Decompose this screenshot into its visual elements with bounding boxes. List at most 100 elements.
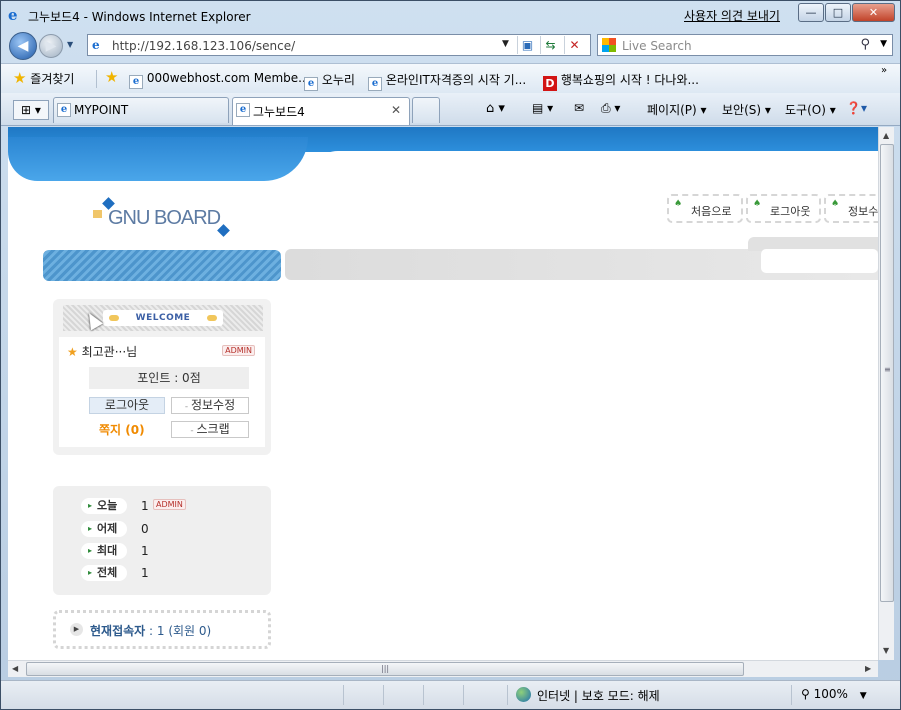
welcome-text: WELCOME: [135, 313, 191, 323]
current-users-label: 현재접속자: [90, 624, 146, 638]
visit-label-yesterday: ▸ 어제: [81, 521, 127, 537]
forward-button[interactable]: ▶: [39, 34, 63, 58]
address-url[interactable]: http://192.168.123.106/sence/: [112, 39, 295, 53]
header-curve: [8, 137, 308, 181]
sprout-icon: ♠: [831, 199, 840, 209]
menu-stripe: [43, 250, 281, 281]
scroll-left-icon[interactable]: ◀: [12, 664, 18, 673]
ie-page-icon: e: [304, 77, 318, 91]
memo-link[interactable]: 쪽지 (0): [99, 421, 145, 438]
visit-label-max: ▸ 최대: [81, 543, 127, 559]
ie-page-icon: e: [129, 75, 143, 89]
favorite-link-2[interactable]: e 오누리: [304, 71, 355, 91]
page-menu[interactable]: 페이지(P) ▾: [647, 101, 707, 118]
visit-label-yesterday-text: 어제: [97, 522, 118, 535]
maximize-button[interactable]: □: [825, 3, 851, 22]
visit-value-today: 1: [141, 499, 149, 513]
status-divider: [383, 685, 384, 705]
quick-tabs-button[interactable]: ⊞ ▾: [13, 100, 49, 120]
compatibility-view-icon[interactable]: ▣: [517, 36, 537, 54]
status-divider: [507, 685, 508, 705]
logout-link-label: 로그아웃: [770, 205, 811, 218]
welcome-dot-right: [207, 315, 217, 321]
logout-button[interactable]: 로그아웃: [89, 397, 165, 414]
current-users-link[interactable]: 현재접속자 : 1 (회원 0): [90, 622, 211, 639]
user-name: ★ 최고관···님: [67, 343, 137, 360]
tab-mypoint-label: MYPOINT: [74, 103, 129, 117]
gnuboard-logo[interactable]: GNU BOARD: [90, 197, 240, 239]
edit-profile-label: 정보수정: [190, 398, 236, 412]
current-users-box[interactable]: ▶ 현재접속자 : 1 (회원 0): [53, 610, 271, 649]
tab-bar: ⊞ ▾ e MYPOINT e 그누보드4 ✕ ⌂ ▾ ▤ ▾ ✉ ⎙ ▾ 페이…: [1, 93, 900, 126]
window-title: 그누보드4 - Windows Internet Explorer: [28, 10, 251, 24]
security-zone-text[interactable]: 인터넷 | 보호 모드: 해제: [537, 687, 660, 704]
logout-link-button[interactable]: ♠ 로그아웃: [746, 194, 821, 223]
help-icon[interactable]: ❓▾: [846, 101, 867, 115]
edit-info-link-button[interactable]: ♠ 정보수: [824, 194, 878, 223]
status-divider: [343, 685, 344, 705]
search-box[interactable]: Live Search ⚲ ▼: [597, 34, 893, 56]
home-icon[interactable]: ⌂ ▾: [486, 101, 505, 116]
favorites-more-icon[interactable]: »: [881, 65, 887, 76]
arrow-icon: ▸: [88, 546, 93, 555]
tab-gnuboard[interactable]: e 그누보드4 ✕: [232, 97, 410, 125]
logo-square: [93, 210, 102, 218]
scrap-button[interactable]: - 스크랩: [171, 421, 249, 438]
arrow-icon: ▸: [88, 568, 93, 577]
home-link-button[interactable]: ♠ 처음으로: [667, 194, 743, 223]
grip-icon: ≡: [884, 365, 891, 374]
new-tab-button[interactable]: [412, 97, 440, 123]
vertical-scroll-thumb[interactable]: ≡: [880, 144, 894, 602]
favorite-link-1[interactable]: e 000webhost.com Membe...: [129, 71, 310, 89]
favorite-link-3[interactable]: e 온라인IT자격증의 시작 기...: [368, 71, 526, 91]
close-tab-icon[interactable]: ✕: [391, 103, 401, 117]
print-icon[interactable]: ⎙ ▾: [601, 101, 620, 116]
edit-info-link-label: 정보수: [848, 205, 878, 218]
home-link-label: 처음으로: [691, 205, 732, 218]
visit-admin-badge[interactable]: ADMIN: [153, 499, 186, 510]
search-options-dropdown-icon[interactable]: ▼: [880, 39, 887, 49]
search-input[interactable]: Live Search: [622, 39, 692, 53]
stop-icon[interactable]: ✕: [564, 36, 584, 54]
refresh-icon[interactable]: ⇆: [540, 36, 560, 54]
horizontal-scroll-thumb[interactable]: |||: [26, 662, 744, 676]
favorite-link-4[interactable]: D 행복쇼핑의 시작 ! 다나와...: [543, 71, 699, 91]
current-users-count: : 1 (회원 0): [145, 624, 212, 638]
favorite-link-4-label: 행복쇼핑의 시작 ! 다나와...: [560, 73, 699, 87]
mail-icon[interactable]: ✉: [574, 101, 584, 115]
visit-label-total-text: 전체: [97, 566, 118, 579]
minimize-button[interactable]: —: [798, 3, 824, 22]
arrow-icon: ▸: [88, 501, 93, 510]
zoom-dropdown-icon[interactable]: ▼: [860, 691, 867, 701]
search-icon[interactable]: ⚲: [860, 37, 870, 52]
edit-profile-button[interactable]: - 정보수정: [171, 397, 249, 414]
favorites-button[interactable]: ★ 즐겨찾기: [13, 69, 74, 87]
back-button[interactable]: ◀: [9, 32, 37, 60]
feedback-link[interactable]: 사용자 의견 보내기: [684, 7, 780, 24]
close-button[interactable]: ✕: [852, 3, 895, 22]
horizontal-scrollbar[interactable]: ◀ ||| ▶: [8, 660, 878, 677]
favorites-label: 즐겨찾기: [30, 72, 75, 86]
ie-page-icon: e: [57, 103, 71, 117]
vertical-scrollbar[interactable]: ▲ ≡ ▼: [878, 127, 894, 660]
scroll-up-icon[interactable]: ▲: [883, 131, 889, 140]
browser-window: e 그누보드4 - Windows Internet Explorer 사용자 …: [0, 0, 901, 710]
scroll-right-icon[interactable]: ▶: [865, 664, 871, 673]
points-display: 포인트 : 0점: [89, 367, 249, 389]
add-favorite-icon[interactable]: ★: [105, 68, 118, 86]
feeds-icon[interactable]: ▤ ▾: [532, 101, 553, 115]
tab-mypoint[interactable]: e MYPOINT: [53, 97, 229, 123]
status-bar: 인터넷 | 보호 모드: 해제 ⚲ 100% ▼: [1, 680, 900, 709]
security-menu[interactable]: 보안(S) ▾: [722, 101, 771, 118]
header-white-area: [308, 151, 878, 181]
scroll-down-icon[interactable]: ▼: [883, 646, 889, 655]
danawa-d-icon: D: [543, 76, 557, 91]
tools-menu[interactable]: 도구(O) ▾: [785, 101, 836, 118]
address-dropdown-icon[interactable]: ▼: [502, 39, 509, 49]
recent-pages-dropdown-icon[interactable]: ▼: [67, 40, 73, 49]
address-bar[interactable]: e http://192.168.123.106/sence/ ▼ ▣ ⇆ ✕: [87, 34, 591, 56]
favorite-link-2-label: 오누리: [321, 73, 355, 87]
login-info-panel: ★ 최고관···님 ADMIN 포인트 : 0점 로그아웃 - 정보수정 쪽지 …: [59, 337, 265, 447]
visit-value-yesterday: 0: [141, 522, 149, 536]
zoom-level[interactable]: ⚲ 100% ▼: [801, 687, 867, 701]
